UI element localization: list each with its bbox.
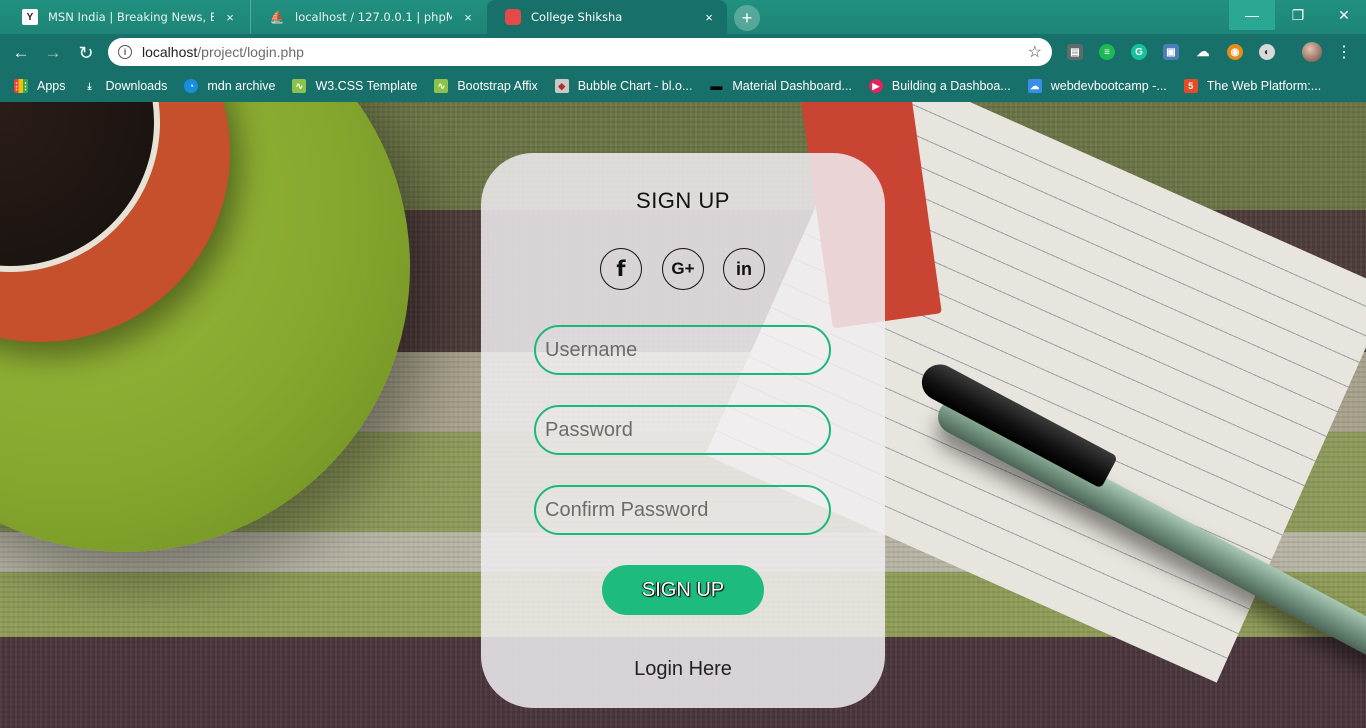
mask-icon: ▬ — [710, 79, 723, 93]
menu-dots-icon[interactable]: ⋮ — [1336, 40, 1352, 64]
close-window-button[interactable]: ✕ — [1321, 0, 1366, 30]
url-text: localhost/project/login.php — [142, 44, 304, 60]
w3-icon: ∿ — [292, 79, 307, 93]
username-field-wrapper — [534, 325, 831, 375]
college-shiksha-icon — [505, 9, 521, 25]
cube-icon: ◆ — [554, 79, 569, 93]
forward-arrow-icon[interactable]: → — [40, 40, 66, 66]
cloud-icon: ☁ — [1027, 79, 1042, 93]
bookmark-star-icon[interactable]: ☆ — [1028, 42, 1042, 62]
tab-close-icon[interactable]: × — [701, 10, 717, 25]
facebook-icon[interactable]: f — [600, 248, 642, 290]
confirm-password-field-wrapper — [534, 485, 831, 535]
bookmark-material-dashboard[interactable]: ▬ Material Dashboard... — [709, 79, 852, 93]
extension-compass-icon[interactable]: ◐ — [1259, 44, 1275, 60]
bookmark-web-platform[interactable]: 5 The Web Platform:... — [1183, 79, 1321, 93]
address-bar[interactable]: i localhost/project/login.php ☆ — [108, 38, 1052, 66]
bookmark-mdn-archive[interactable]: ◔ mdn archive — [184, 79, 275, 93]
bookmark-w3css-template[interactable]: ∿ W3.CSS Template — [292, 79, 417, 93]
page-background: SIGN UP f G+ in SIGN UP Login Here — [0, 102, 1366, 728]
bookmark-downloads[interactable]: ⤓ Downloads — [83, 79, 168, 93]
download-icon: ⤓ — [87, 80, 92, 91]
tab-title: MSN India | Breaking News, Ente — [48, 10, 214, 24]
tab-phpmyadmin[interactable]: ⛵ localhost / 127.0.0.1 | phpMyAdm × — [250, 0, 486, 34]
reload-icon[interactable]: ↻ — [73, 40, 99, 66]
profile-avatar[interactable] — [1302, 42, 1322, 62]
minimize-button[interactable]: — — [1229, 0, 1275, 30]
password-input[interactable] — [545, 418, 829, 442]
w3-icon: ∿ — [434, 79, 449, 93]
tab-msn[interactable]: Y MSN India | Breaking News, Ente × — [4, 0, 248, 34]
extension-spotify-icon[interactable]: ≡ — [1099, 44, 1115, 60]
signup-card: SIGN UP f G+ in SIGN UP Login Here — [481, 153, 885, 708]
tab-close-icon[interactable]: × — [460, 10, 476, 25]
new-tab-button[interactable]: + — [734, 5, 760, 31]
bookmark-bootstrap-affix[interactable]: ∿ Bootstrap Affix — [434, 79, 538, 93]
tab-title: localhost / 127.0.0.1 | phpMyAdm — [295, 10, 452, 24]
phpmyadmin-icon: ⛵ — [269, 10, 285, 24]
html5-icon: 5 — [1183, 79, 1198, 93]
username-input[interactable] — [545, 338, 829, 362]
bookmarks-bar: ⋮⋮ Apps ⤓ Downloads ◔ mdn archive ∿ W3.C… — [0, 70, 1366, 102]
extension-owl-icon[interactable]: ◉ — [1227, 44, 1243, 60]
play-icon: ▶ — [868, 79, 883, 93]
msn-icon: Y — [22, 9, 38, 25]
signup-button[interactable]: SIGN UP — [602, 565, 764, 615]
bookmark-apps[interactable]: ⋮⋮ Apps — [12, 79, 66, 93]
extension-screenshot-icon[interactable]: ▣ — [1163, 44, 1179, 60]
apps-grid-icon: ⋮⋮ — [12, 79, 30, 93]
tab-close-icon[interactable]: × — [222, 10, 238, 25]
tab-title: College Shiksha — [531, 10, 623, 24]
browser-toolbar: ← → ↻ i localhost/project/login.php ☆ ▤ … — [0, 34, 1366, 70]
extension-grammarly-icon[interactable]: G — [1131, 44, 1147, 60]
back-arrow-icon[interactable]: ← — [8, 40, 34, 66]
confirm-password-input[interactable] — [545, 498, 829, 522]
bookmark-bubble-chart[interactable]: ◆ Bubble Chart - bl.o... — [554, 79, 692, 93]
bookmark-building-dashboard[interactable]: ▶ Building a Dashboa... — [868, 79, 1011, 93]
login-here-link[interactable]: Login Here — [481, 658, 885, 681]
signup-title: SIGN UP — [636, 188, 730, 213]
tab-college-shiksha[interactable]: College Shiksha × — [487, 0, 727, 34]
mdn-icon: ◔ — [184, 79, 199, 93]
bookmark-webdevbootcamp[interactable]: ☁ webdevbootcamp -... — [1027, 79, 1167, 93]
extension-clipboard-icon[interactable]: ▤ — [1067, 44, 1083, 60]
info-icon[interactable]: i — [118, 45, 132, 59]
linkedin-icon[interactable]: in — [723, 248, 765, 290]
password-field-wrapper — [534, 405, 831, 455]
google-plus-icon[interactable]: G+ — [662, 248, 704, 290]
extension-cloud-icon[interactable]: ☁ — [1195, 44, 1211, 60]
maximize-button[interactable]: ❐ — [1275, 0, 1321, 30]
tab-strip: Y MSN India | Breaking News, Ente × ⛵ lo… — [0, 0, 1366, 34]
